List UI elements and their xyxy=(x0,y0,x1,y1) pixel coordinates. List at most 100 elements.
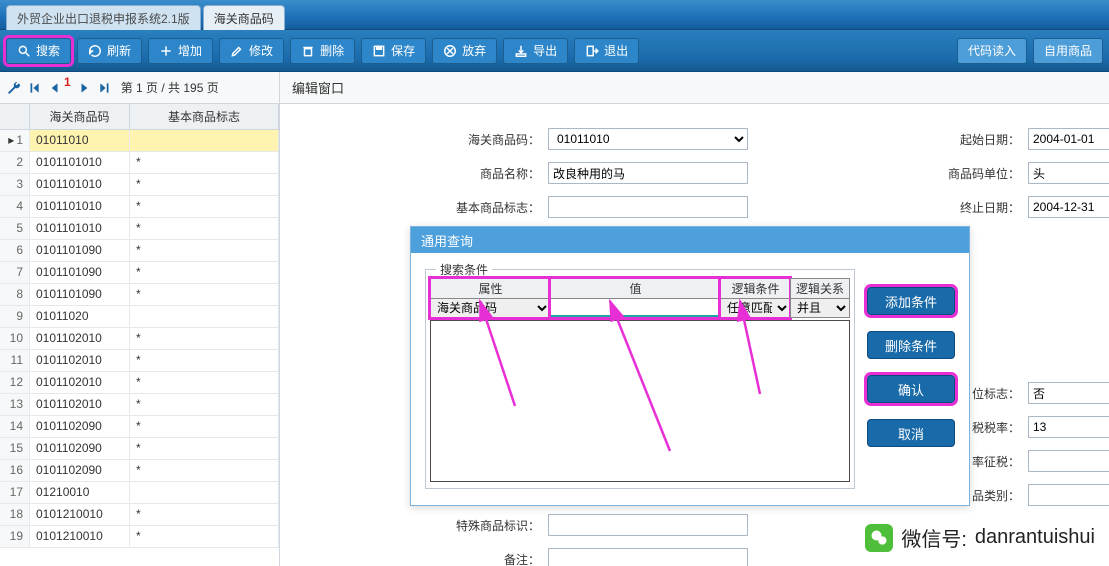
cond-value-input[interactable] xyxy=(551,299,720,317)
input-end-date[interactable] xyxy=(1028,196,1109,218)
input-remark[interactable] xyxy=(548,548,748,566)
search-button[interactable]: 搜索 xyxy=(6,38,71,64)
cell-flag xyxy=(130,306,279,327)
refresh-button[interactable]: 刷新 xyxy=(77,38,142,64)
table-row[interactable]: 180101210010* xyxy=(0,504,279,526)
title-bar: 外贸企业出口退税申报系统2.1版 海关商品码 xyxy=(0,0,1109,30)
cell-hscode: 0101102010 xyxy=(30,328,130,349)
table-row[interactable]: 130101102010* xyxy=(0,394,279,416)
input-start-date[interactable] xyxy=(1028,128,1109,150)
input-loc-flag[interactable] xyxy=(1028,382,1109,404)
cell-hscode: 01011010 xyxy=(30,130,130,151)
table-row[interactable]: 70101101090* xyxy=(0,262,279,284)
delete-button[interactable]: 删除 xyxy=(290,38,355,64)
label-flag: 基本商品标志： xyxy=(440,199,540,216)
delete-condition-button[interactable]: 删除条件 xyxy=(867,331,955,359)
save-icon xyxy=(372,44,386,58)
prev-page-icon[interactable] xyxy=(46,80,62,96)
table-row[interactable]: 30101101010* xyxy=(0,174,279,196)
table-row[interactable]: 1701210010 xyxy=(0,482,279,504)
label-unit: 商品码单位： xyxy=(920,165,1020,182)
condition-list xyxy=(430,320,850,482)
row-number: 6 xyxy=(0,240,30,261)
table-row[interactable]: 60101101090* xyxy=(0,240,279,262)
cell-flag: * xyxy=(130,196,279,217)
input-flag[interactable] xyxy=(548,196,748,218)
row-number: 18 xyxy=(0,504,30,525)
cell-flag: * xyxy=(130,526,279,547)
last-page-icon[interactable] xyxy=(97,80,113,96)
input-cat[interactable] xyxy=(1028,484,1109,506)
cell-hscode: 0101102010 xyxy=(30,394,130,415)
code-import-button[interactable]: 代码读入 xyxy=(957,38,1027,64)
wechat-id: danrantuishui xyxy=(975,526,1095,549)
label-cat: 品类别： xyxy=(966,487,1020,504)
col-rownum xyxy=(0,104,30,129)
label-rate-levy: 率征税： xyxy=(966,453,1020,470)
table-row[interactable]: 110101102010* xyxy=(0,350,279,372)
col-hscode[interactable]: 海关商品码 xyxy=(30,104,130,129)
cell-flag xyxy=(130,130,279,151)
input-unit[interactable] xyxy=(1028,162,1109,184)
cond-logic-cond-select[interactable]: 任意匹配 xyxy=(721,299,790,317)
exit-button[interactable]: 退出 xyxy=(574,38,639,64)
tab-system[interactable]: 外贸企业出口退税申报系统2.1版 xyxy=(6,5,201,30)
tab-hscode[interactable]: 海关商品码 xyxy=(203,5,285,30)
cond-attr-select[interactable]: 海关商品码 xyxy=(431,299,550,317)
first-page-icon[interactable] xyxy=(26,80,42,96)
table-row[interactable]: 150101102090* xyxy=(0,438,279,460)
cell-hscode: 0101101090 xyxy=(30,284,130,305)
row-number: 13 xyxy=(0,394,30,415)
save-button[interactable]: 保存 xyxy=(361,38,426,64)
add-condition-button[interactable]: 添加条件 xyxy=(867,287,955,315)
discard-button[interactable]: 放弃 xyxy=(432,38,497,64)
edit-button[interactable]: 修改 xyxy=(219,38,284,64)
table-row[interactable]: 20101101010* xyxy=(0,152,279,174)
dialog-title: 通用查询 xyxy=(411,227,969,253)
next-page-icon[interactable] xyxy=(77,80,93,96)
export-button[interactable]: 导出 xyxy=(503,38,568,64)
table-row[interactable]: 80101101090* xyxy=(0,284,279,306)
row-number: 5 xyxy=(0,218,30,239)
row-number: 4 xyxy=(0,196,30,217)
cond-logic-rel-select[interactable]: 并且 xyxy=(791,299,849,317)
table-row[interactable]: 100101102010* xyxy=(0,328,279,350)
row-number: 15 xyxy=(0,438,30,459)
cond-attr-header: 属性 xyxy=(431,279,550,299)
table-row[interactable]: 50101101010* xyxy=(0,218,279,240)
cell-hscode: 0101101010 xyxy=(30,218,130,239)
table-row[interactable]: 160101102090* xyxy=(0,460,279,482)
confirm-button[interactable]: 确认 xyxy=(867,375,955,403)
cell-hscode: 0101101010 xyxy=(30,152,130,173)
cell-flag: * xyxy=(130,328,279,349)
cell-flag: * xyxy=(130,218,279,239)
row-number: 3 xyxy=(0,174,30,195)
input-rate-levy[interactable] xyxy=(1028,450,1109,472)
cell-hscode: 0101210010 xyxy=(30,504,130,525)
input-tax-rate[interactable] xyxy=(1028,416,1109,438)
cell-flag: * xyxy=(130,438,279,459)
table-row[interactable]: 140101102090* xyxy=(0,416,279,438)
row-number: 10 xyxy=(0,328,30,349)
input-hscode[interactable]: 01011010 xyxy=(548,128,748,150)
own-goods-button[interactable]: 自用商品 xyxy=(1033,38,1103,64)
input-name[interactable] xyxy=(548,162,748,184)
table-row[interactable]: 120101102010* xyxy=(0,372,279,394)
input-special[interactable] xyxy=(548,514,748,536)
row-number: 9 xyxy=(0,306,30,327)
wrench-icon[interactable] xyxy=(6,80,22,96)
label-tax-rate: 税税率： xyxy=(966,419,1020,436)
table-row[interactable]: 101011010 xyxy=(0,130,279,152)
table-row[interactable]: 40101101010* xyxy=(0,196,279,218)
row-number: 11 xyxy=(0,350,30,371)
cancel-dialog-button[interactable]: 取消 xyxy=(867,419,955,447)
cell-hscode: 0101101010 xyxy=(30,196,130,217)
cancel-icon xyxy=(443,44,457,58)
cell-hscode: 0101101010 xyxy=(30,174,130,195)
table-row[interactable]: 190101210010* xyxy=(0,526,279,548)
add-button[interactable]: 增加 xyxy=(148,38,213,64)
col-flag[interactable]: 基本商品标志 xyxy=(130,104,279,129)
table-row[interactable]: 901011020 xyxy=(0,306,279,328)
row-number: 14 xyxy=(0,416,30,437)
cell-flag xyxy=(130,482,279,503)
